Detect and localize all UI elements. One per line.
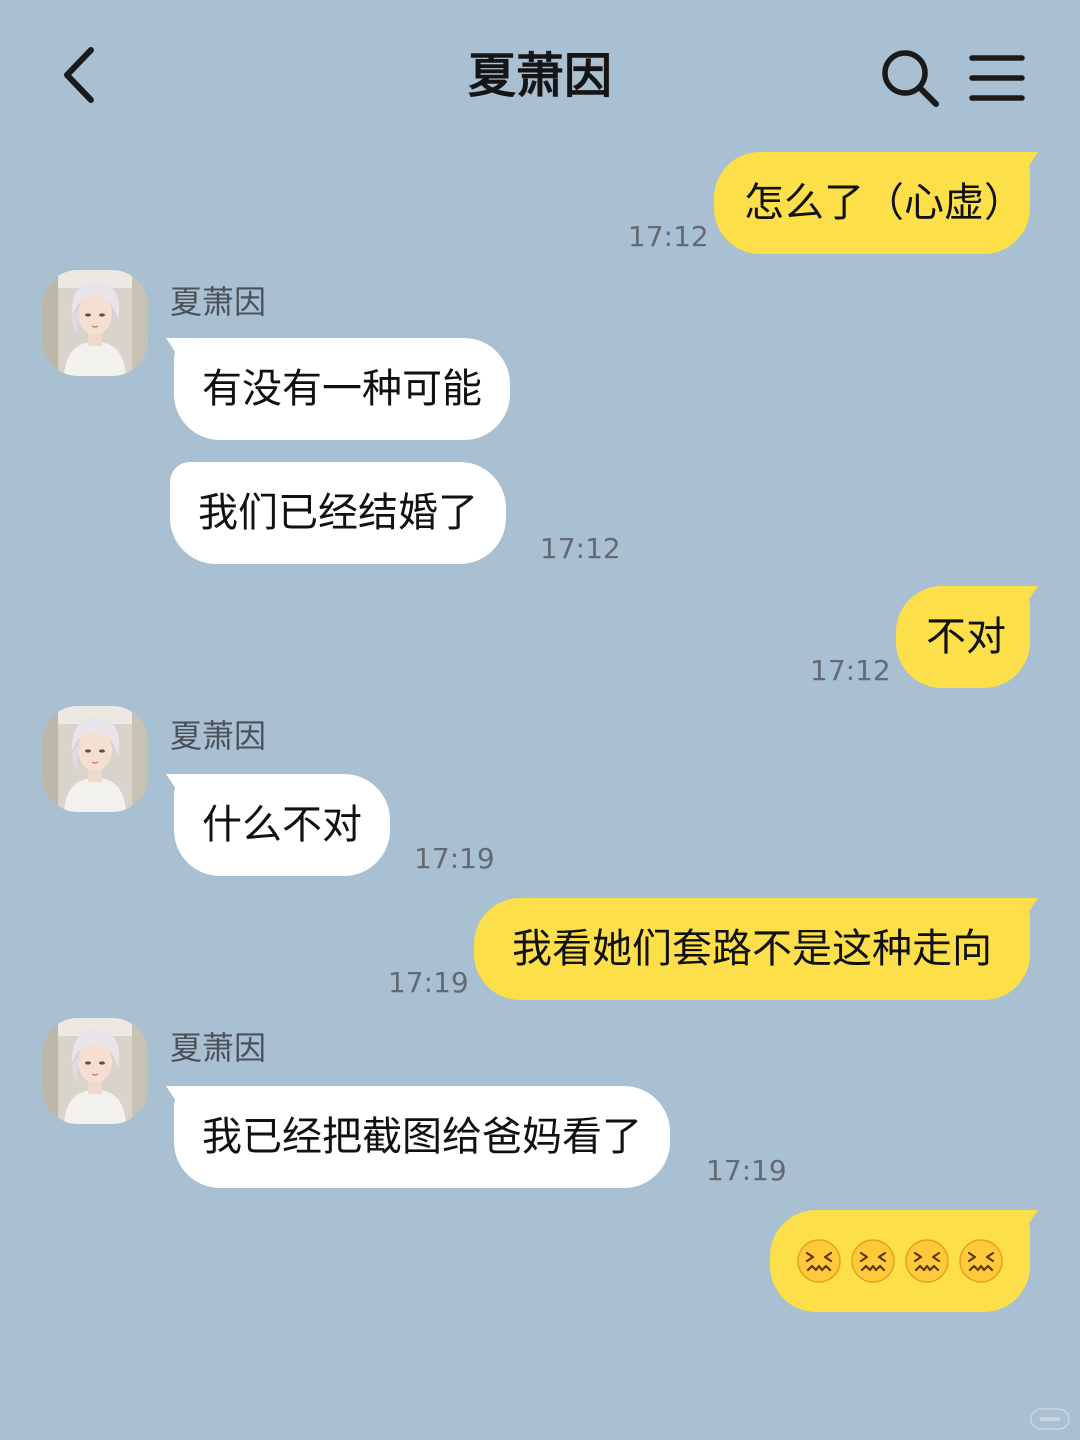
message-timestamp: 17:12 [540, 532, 621, 565]
confounded-face-icon [905, 1239, 949, 1283]
message-text: 我已经把截图给爸妈看了 [202, 1114, 642, 1160]
message-text: 有没有一种可能 [202, 366, 482, 412]
bubble-tail [1012, 1210, 1038, 1234]
emoji-row [770, 1210, 1030, 1312]
avatar-image [42, 270, 148, 376]
message-text: 什么不对 [202, 802, 362, 848]
avatar[interactable] [42, 706, 148, 812]
bubble-tail [1012, 898, 1038, 922]
message-bubble-outgoing[interactable] [770, 1210, 1038, 1312]
avatar[interactable] [42, 1018, 148, 1124]
message-bubble-incoming[interactable]: 我们已经结婚了 [170, 462, 506, 564]
avatar-image [42, 1018, 148, 1124]
search-button[interactable] [878, 46, 942, 110]
menu-button[interactable] [966, 50, 1028, 106]
message-timestamp: 17:19 [388, 966, 469, 999]
watermark-logo [1030, 1408, 1070, 1430]
message-bubble-incoming[interactable]: 我已经把截图给爸妈看了 [166, 1086, 670, 1188]
search-icon [882, 50, 939, 107]
sender-name: 夏萧因 [170, 717, 267, 755]
message-text: 我们已经结婚了 [198, 490, 478, 536]
message-text: 不对 [926, 614, 1006, 660]
sender-name: 夏萧因 [170, 283, 267, 321]
message-timestamp: 17:19 [414, 842, 495, 875]
confounded-face-icon [959, 1239, 1003, 1283]
avatar[interactable] [42, 270, 148, 376]
confounded-face-icon [797, 1239, 841, 1283]
message-timestamp: 17:19 [706, 1154, 787, 1187]
message-text: 怎么了（心虚） [744, 180, 1024, 226]
sender-name: 夏萧因 [170, 1029, 267, 1067]
avatar-image [42, 706, 148, 812]
menu-icon [969, 55, 1025, 101]
confounded-face-icon [851, 1239, 895, 1283]
bubble-tail [1012, 586, 1038, 610]
message-text: 我看她们套路不是这种走向 [512, 926, 992, 972]
message-bubble-outgoing[interactable]: 怎么了（心虚） [714, 152, 1038, 254]
bubble-tail [166, 774, 192, 798]
message-bubble-incoming[interactable]: 有没有一种可能 [166, 338, 510, 440]
message-timestamp: 17:12 [810, 654, 891, 687]
message-bubble-outgoing[interactable]: 不对 [896, 586, 1038, 688]
message-timestamp: 17:12 [628, 220, 709, 253]
bubble-tail [166, 338, 192, 362]
message-bubble-incoming[interactable]: 什么不对 [166, 774, 390, 876]
bubble-tail [166, 1086, 192, 1110]
chat-header: 夏萧因 [0, 0, 1080, 150]
bubble-tail [1012, 152, 1038, 176]
message-bubble-outgoing[interactable]: 我看她们套路不是这种走向 [474, 898, 1038, 1000]
